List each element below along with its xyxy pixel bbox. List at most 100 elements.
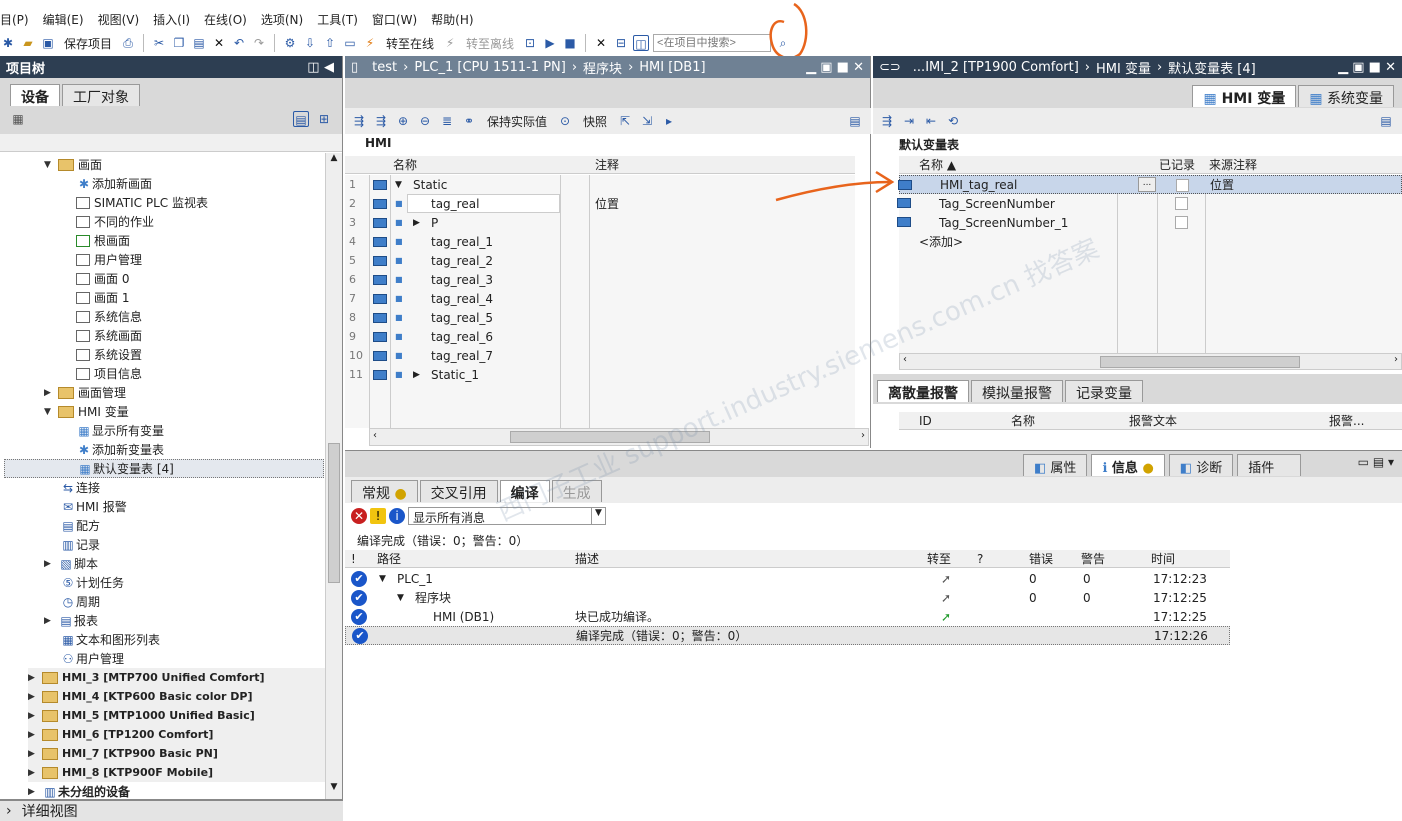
layout-icon[interactable]: ▤ [847, 113, 863, 129]
db-row[interactable]: 7 ■ tag_real_4 [345, 289, 855, 308]
menu-window[interactable]: 窗口(W) [372, 11, 417, 28]
tree-item-project-info[interactable]: 项目信息 [76, 364, 142, 383]
compile-row[interactable]: ✔ ▼ 程序块 ➚ 0 0 17:12:25 [345, 588, 1230, 607]
save-project-button[interactable]: 保存项目 [64, 35, 112, 52]
db-scrollbar-h[interactable]: ‹ › [369, 428, 869, 446]
tree-item-reports[interactable]: ▶ ▤ 报表 [44, 611, 98, 630]
tab-system-tags[interactable]: ▦ 系统变量 [1298, 85, 1394, 107]
tab-cross-ref[interactable]: 交叉引用 [419, 480, 498, 502]
tag-row[interactable]: Tag_ScreenNumber [897, 194, 1402, 213]
compile-row[interactable]: ✔ HMI (DB1) 块已成功编译。 ➚ 17:12:25 [345, 607, 1230, 626]
tree-scroll-thumb[interactable] [328, 443, 340, 583]
db-tag-name[interactable]: Static [413, 178, 447, 192]
tree-overview-icon[interactable]: ▦ [10, 111, 26, 127]
go-offline-button[interactable]: 转至离线 [466, 35, 514, 52]
tab-plant-objects[interactable]: 工厂对象 [62, 84, 140, 106]
collapse-all-icon[interactable]: ⊖ [417, 113, 433, 129]
db-tag-name[interactable]: tag_real_7 [431, 349, 493, 363]
db-tag-name[interactable]: Static_1 [431, 368, 479, 382]
breadcrumb-hmi-device[interactable]: ...IMI_2 [TP1900 Comfort] [913, 60, 1079, 75]
tree-item-user-mgmt[interactable]: 用户管理 [76, 250, 142, 269]
open-folder-icon[interactable]: ▰ [20, 35, 36, 51]
detail-view-bar[interactable]: › 详细视图 [0, 799, 343, 821]
compile-row[interactable]: ✔ ▼ PLC_1 ➚ 0 0 17:12:23 [345, 569, 1230, 588]
scroll-left-icon[interactable]: ‹ [903, 354, 907, 365]
simulation-icon[interactable]: ▭ [342, 35, 358, 51]
scroll-left-icon[interactable]: ‹ [373, 430, 377, 441]
tag-row[interactable]: HMI_tag_real ... 位置 [898, 175, 1402, 194]
tree-item-hmi7[interactable]: ▶ HMI_7 [KTP900 Basic PN] [28, 744, 325, 763]
col-help[interactable]: ? [977, 552, 983, 566]
scroll-right-icon[interactable]: › [1394, 354, 1398, 365]
tag-scroll-thumb[interactable] [1100, 356, 1300, 368]
menu-insert[interactable]: 插入(I) [153, 11, 190, 28]
tree-item-text-graphic-lists[interactable]: ▦ 文本和图形列表 [60, 630, 160, 649]
collapse-icon[interactable]: ▼ [397, 593, 404, 603]
logged-checkbox[interactable] [1175, 216, 1188, 229]
snapshot-button[interactable]: 快照 [583, 113, 607, 130]
col-source-comment[interactable]: 来源注释 [1209, 156, 1257, 173]
tab-diagnostics[interactable]: ◧ 诊断 [1168, 454, 1234, 476]
stop-cpu-icon[interactable]: ■ [562, 35, 578, 51]
breadcrumb-plc[interactable]: PLC_1 [CPU 1511-1 PN] [414, 60, 566, 75]
split-vertical-icon[interactable]: ◫ [633, 35, 650, 51]
tag-scrollbar-h[interactable]: ‹ › [899, 353, 1402, 370]
db-scroll-thumb[interactable] [510, 431, 710, 443]
tag-name[interactable]: Tag_ScreenNumber [939, 197, 1055, 211]
tab-devices[interactable]: 设备 [10, 84, 60, 106]
source-comment[interactable]: 位置 [1210, 176, 1234, 193]
import-icon[interactable]: ⇥ [901, 113, 917, 129]
inspector-controls[interactable]: ▭ ▤ ▾ [1358, 455, 1394, 469]
menu-tools[interactable]: 工具(T) [317, 11, 358, 28]
scroll-right-icon[interactable]: › [861, 430, 865, 441]
col-warnings[interactable]: 警告 [1081, 550, 1105, 567]
compile-icon[interactable]: ⚙ [282, 35, 298, 51]
keep-actual-values-button[interactable]: 保持实际值 [487, 113, 547, 130]
tab-info[interactable]: ℹ 信息 ● [1091, 454, 1165, 476]
redo-icon[interactable]: ↷ [251, 35, 267, 51]
tree-item-system-info[interactable]: 系统信息 [76, 307, 142, 326]
tree-item-default-tag-table[interactable]: ▦ 默认变量表 [4] [4, 459, 324, 478]
db-row[interactable]: 11 ■ ▶ Static_1 [345, 365, 855, 384]
col-time[interactable]: 时间 [1151, 550, 1175, 567]
tree-item-scheduled-tasks[interactable]: ⑤ 计划任务 [60, 573, 124, 592]
tab-logging-tags[interactable]: 记录变量 [1065, 380, 1143, 402]
tab-compile[interactable]: 编译 [499, 480, 550, 502]
new-project-icon[interactable]: ✱ [0, 35, 16, 51]
breadcrumb-default-table[interactable]: 默认变量表 [4] [1168, 58, 1256, 77]
tab-analog-alarms[interactable]: 模拟量报警 [971, 380, 1063, 402]
db-tag-name[interactable]: P [431, 216, 438, 230]
tree-item-connections[interactable]: ⇆ 连接 [60, 478, 100, 497]
tree-item-scripts[interactable]: ▶ ▧ 脚本 [44, 554, 98, 573]
tree-item-recipes[interactable]: ▤ 配方 [60, 516, 100, 535]
col-flag[interactable]: ! [351, 552, 356, 566]
logged-checkbox[interactable] [1175, 197, 1188, 210]
expand-all-icon[interactable]: ⊕ [395, 113, 411, 129]
more-icon[interactable]: ▸ [661, 113, 677, 129]
tree-add-icon[interactable]: ⊞ [316, 111, 332, 127]
col-errors[interactable]: 错误 [1029, 550, 1053, 567]
save-icon[interactable]: ▣ [40, 35, 56, 51]
col-alarm-more[interactable]: 报警... [1329, 412, 1364, 429]
db-row[interactable]: 9 ■ tag_real_6 [345, 327, 855, 346]
delete-icon[interactable]: ✕ [211, 35, 227, 51]
tree-item-different-job[interactable]: 不同的作业 [76, 212, 154, 231]
goto-icon[interactable]: ➚ [941, 610, 951, 624]
tag-name[interactable]: Tag_ScreenNumber_1 [939, 216, 1068, 230]
db-tag-name[interactable]: tag_real_6 [431, 330, 493, 344]
tree-item-logs[interactable]: ▥ 记录 [60, 535, 100, 554]
tree-item-system-settings[interactable]: 系统设置 [76, 345, 142, 364]
tree-item-screens[interactable]: ▼ 画面 [44, 155, 102, 174]
cross-reference-icon[interactable]: ✕ [593, 35, 609, 51]
tree-item-hmi-tags[interactable]: ▼ HMI 变量 [44, 402, 129, 421]
db-tag-comment[interactable]: 位置 [595, 195, 619, 212]
db-tag-name[interactable]: tag_real [431, 197, 479, 211]
db-row[interactable]: 8 ■ tag_real_5 [345, 308, 855, 327]
db-row[interactable]: 6 ■ tag_real_3 [345, 270, 855, 289]
col-alarm-text[interactable]: 报警文本 [1129, 412, 1177, 429]
collapse-icon[interactable]: ▼ [395, 180, 402, 190]
logged-checkbox[interactable] [1176, 179, 1189, 192]
compile-row[interactable]: ✔ 编译完成（错误：0；警告：0） 17:12:26 [345, 626, 1230, 645]
db-row[interactable]: 3 ■ ▶ P [345, 213, 855, 232]
expand-icon[interactable]: › [6, 803, 12, 819]
